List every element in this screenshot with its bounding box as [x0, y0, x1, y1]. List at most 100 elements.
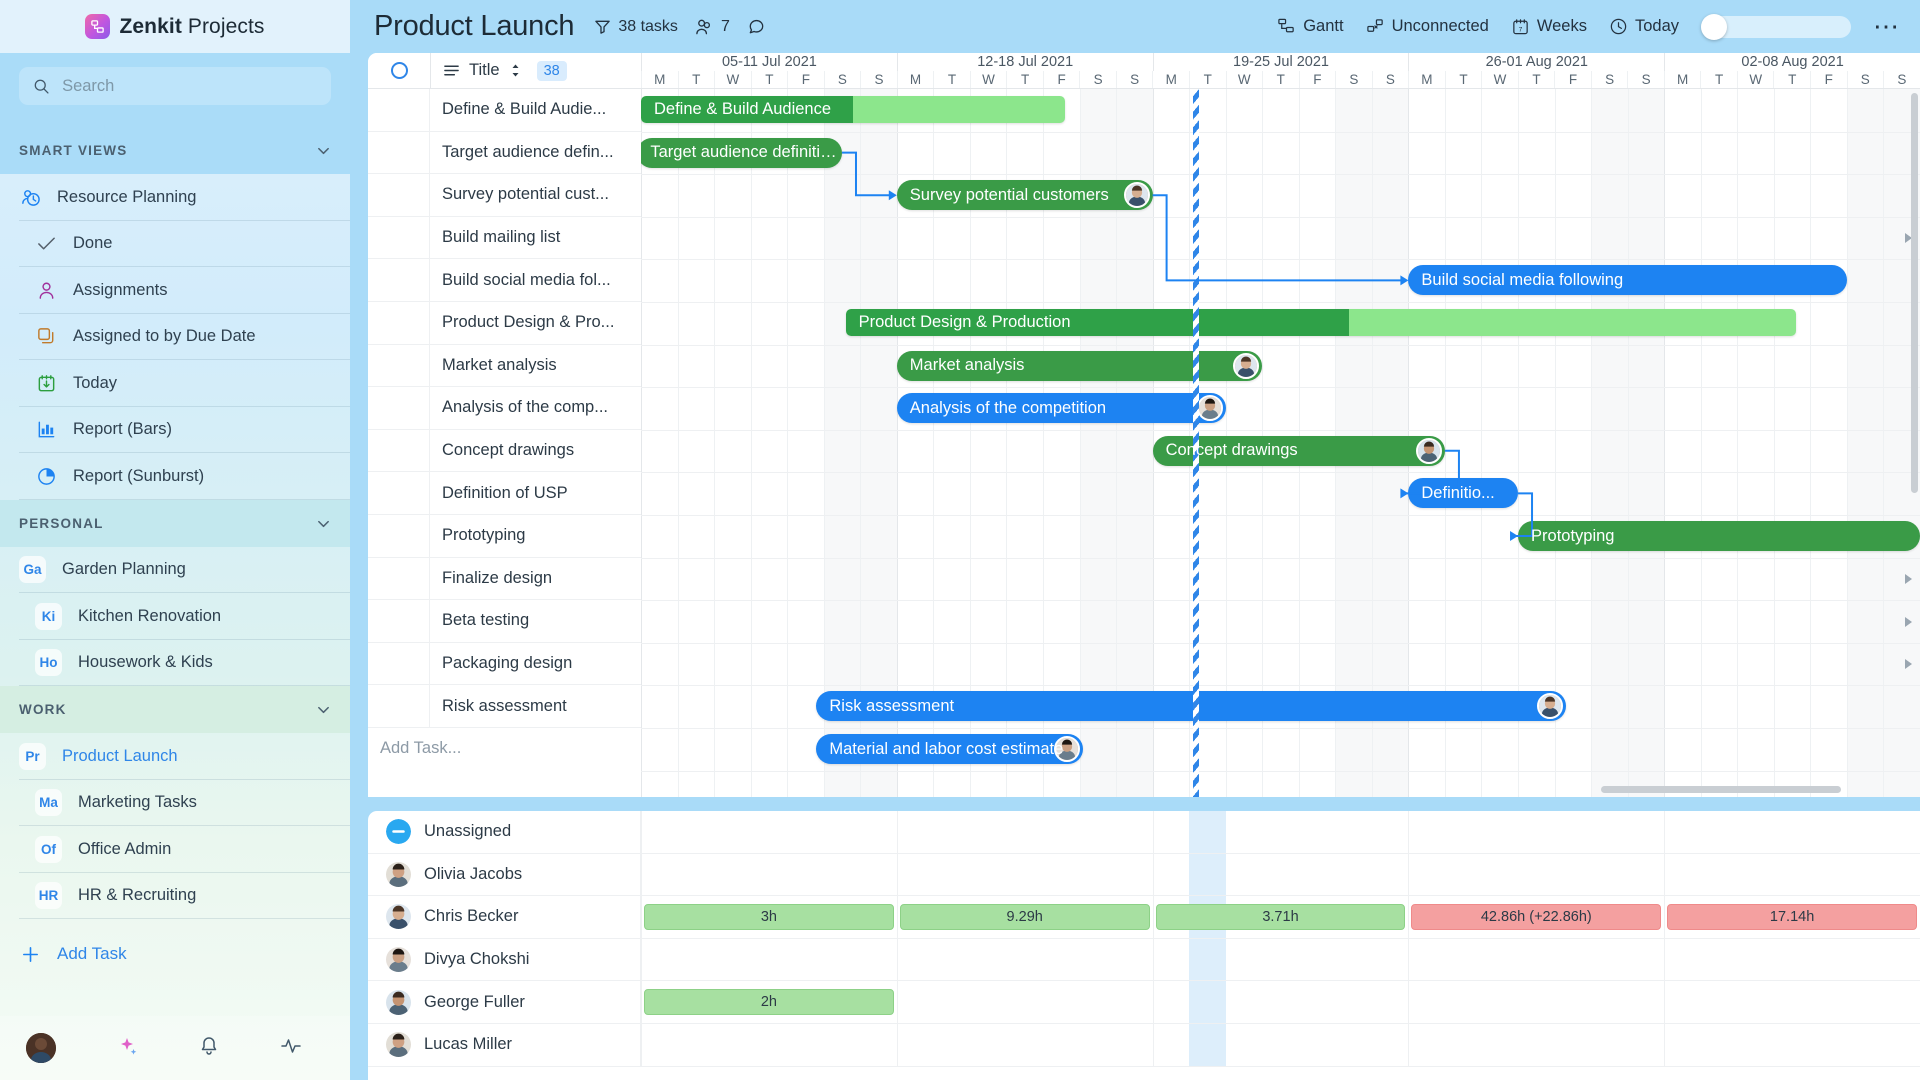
- sidebar-item-resource-planning[interactable]: Resource Planning: [0, 174, 350, 221]
- search-box[interactable]: [19, 67, 331, 105]
- gantt-bar[interactable]: Prototyping: [1518, 521, 1920, 551]
- gantt-bar[interactable]: Market analysis: [896, 350, 1263, 381]
- sidebar-item-housework-kids[interactable]: Ho Housework & Kids: [0, 640, 350, 687]
- workload-bar[interactable]: 2h: [644, 989, 894, 1016]
- task-checkbox-cell[interactable]: [368, 89, 430, 131]
- today-button[interactable]: Today: [1609, 17, 1679, 36]
- task-checkbox-cell[interactable]: [368, 216, 430, 259]
- task-row[interactable]: Finalize design: [368, 557, 641, 601]
- task-checkbox-cell[interactable]: [368, 642, 430, 685]
- resource-row[interactable]: George Fuller 2h: [368, 981, 1920, 1024]
- resource-row[interactable]: Lucas Miller: [368, 1023, 1920, 1067]
- resource-row[interactable]: Chris Becker 3h 9.29h 3.71h 42.86h (+22.86h)…: [368, 896, 1920, 939]
- task-checkbox-cell[interactable]: [368, 685, 430, 727]
- row-expander-icon[interactable]: [1905, 573, 1912, 584]
- sidebar-item-assigned-to-by-due-date[interactable]: Assigned to by Due Date: [0, 314, 350, 361]
- task-checkbox-cell[interactable]: [368, 600, 430, 642]
- workload-bar[interactable]: 17.14h: [1667, 904, 1917, 931]
- gantt-bar[interactable]: Definitio...: [1408, 478, 1519, 509]
- task-row[interactable]: Concept drawings: [368, 429, 641, 473]
- task-row[interactable]: Definition of USP: [368, 472, 641, 515]
- row-expander-icon[interactable]: [1905, 659, 1912, 670]
- task-row[interactable]: Risk assessment: [368, 685, 641, 728]
- section-header-work[interactable]: WORK: [0, 686, 350, 733]
- gantt-bar[interactable]: Product Design & Production: [845, 309, 1796, 336]
- task-checkbox-cell[interactable]: [368, 174, 430, 216]
- task-row[interactable]: Beta testing: [368, 600, 641, 643]
- assignee-avatar[interactable]: [1196, 395, 1223, 422]
- task-row[interactable]: Define & Build Audie...: [368, 89, 641, 132]
- task-checkbox-cell[interactable]: [368, 131, 430, 174]
- workload-bar[interactable]: 3h: [644, 904, 894, 931]
- view-gantt-button[interactable]: Gantt: [1277, 17, 1344, 36]
- task-row[interactable]: Prototyping: [368, 514, 641, 558]
- task-checkbox-cell[interactable]: [368, 344, 430, 387]
- task-row[interactable]: Packaging design: [368, 642, 641, 686]
- title-column-header[interactable]: Title 38: [430, 53, 641, 88]
- task-checkbox-cell[interactable]: [368, 429, 430, 472]
- select-all-cell[interactable]: [368, 62, 430, 79]
- sidebar-item-garden-planning[interactable]: Ga Garden Planning: [0, 547, 350, 594]
- zoom-weeks-button[interactable]: 7 Weeks: [1511, 17, 1587, 36]
- sparkle-icon[interactable]: [116, 1035, 138, 1062]
- task-row[interactable]: Build mailing list: [368, 216, 641, 260]
- task-row[interactable]: Survey potential cust...: [368, 174, 641, 217]
- section-header-smart-views[interactable]: SMART VIEWS: [0, 127, 350, 174]
- sidebar-item-product-launch[interactable]: Pr Product Launch: [0, 733, 350, 780]
- bell-icon[interactable]: [198, 1035, 220, 1062]
- assignee-avatar[interactable]: [1415, 437, 1442, 464]
- vertical-scrollbar[interactable]: [1911, 93, 1918, 493]
- unconnected-button[interactable]: Unconnected: [1366, 17, 1489, 36]
- task-row[interactable]: Market analysis: [368, 344, 641, 388]
- gantt-bar[interactable]: Material and labor cost estimate: [816, 734, 1084, 764]
- sidebar-item-marketing-tasks[interactable]: Ma Marketing Tasks: [0, 780, 350, 827]
- resource-row[interactable]: Olivia Jacobs: [368, 853, 1920, 897]
- search-input[interactable]: [62, 76, 317, 96]
- gantt-bar[interactable]: Survey potential customers: [896, 180, 1153, 211]
- gantt-bar[interactable]: Build social media following: [1408, 265, 1847, 296]
- task-row[interactable]: Target audience defin...: [368, 131, 641, 175]
- task-checkbox-cell[interactable]: [368, 514, 430, 557]
- resource-row[interactable]: Divya Chokshi: [368, 938, 1920, 982]
- sidebar-item-hr-recruiting[interactable]: HR HR & Recruiting: [0, 873, 350, 920]
- scrollbar-thumb[interactable]: [1601, 786, 1841, 793]
- workload-bar[interactable]: 9.29h: [899, 904, 1150, 931]
- timeline[interactable]: 05-11 Jul 2021 12-18 Jul 2021 19-25 Jul 20…: [641, 53, 1920, 797]
- gantt-bar[interactable]: Risk assessment: [816, 691, 1566, 722]
- sidebar-item-kitchen-renovation[interactable]: Ki Kitchen Renovation: [0, 593, 350, 640]
- view-toggle[interactable]: [1701, 13, 1851, 40]
- member-count-meta[interactable]: 7: [695, 18, 730, 36]
- gantt-bar[interactable]: Define & Build Audience: [641, 96, 1065, 123]
- assignee-avatar[interactable]: [1233, 352, 1260, 379]
- comment-meta[interactable]: [747, 18, 766, 36]
- workload-bar[interactable]: 42.86h (+22.86h): [1411, 904, 1662, 931]
- sidebar-item-report-bars[interactable]: Report (Bars): [0, 407, 350, 454]
- sidebar-item-report-sunburst[interactable]: Report (Sunburst): [0, 453, 350, 500]
- section-header-personal[interactable]: PERSONAL: [0, 499, 350, 547]
- sidebar-item-today[interactable]: Today: [0, 360, 350, 407]
- task-checkbox-cell[interactable]: [368, 557, 430, 600]
- more-icon[interactable]: ⋯: [1873, 13, 1900, 38]
- assignee-avatar[interactable]: [1536, 693, 1563, 720]
- task-checkbox-cell[interactable]: [368, 259, 430, 301]
- gantt-bar[interactable]: Target audience definition and a...: [641, 137, 842, 168]
- workload-bar[interactable]: 3.71h: [1155, 904, 1406, 931]
- add-task-button[interactable]: Add Task: [0, 929, 350, 979]
- horizontal-scrollbar[interactable]: [641, 786, 1920, 793]
- add-task-row[interactable]: Add Task...: [368, 728, 641, 770]
- brand-header[interactable]: Zenkit Projects: [0, 0, 350, 53]
- sidebar-item-assignments[interactable]: Assignments: [0, 267, 350, 314]
- activity-icon[interactable]: [280, 1035, 302, 1062]
- task-row[interactable]: Product Design & Pro...: [368, 301, 641, 345]
- task-row[interactable]: Analysis of the comp...: [368, 387, 641, 430]
- sidebar-item-done[interactable]: Done: [0, 221, 350, 268]
- sidebar-item-office-admin[interactable]: Of Office Admin: [0, 826, 350, 873]
- task-count-meta[interactable]: 38 tasks: [594, 18, 678, 36]
- resource-row[interactable]: Unassigned: [368, 811, 1920, 854]
- task-row[interactable]: Build social media fol...: [368, 259, 641, 302]
- task-checkbox-cell[interactable]: [368, 387, 430, 429]
- row-expander-icon[interactable]: [1905, 616, 1912, 627]
- gantt-bar[interactable]: Analysis of the competition: [896, 393, 1226, 424]
- assignee-avatar[interactable]: [1123, 182, 1150, 209]
- sort-icon[interactable]: [509, 63, 522, 78]
